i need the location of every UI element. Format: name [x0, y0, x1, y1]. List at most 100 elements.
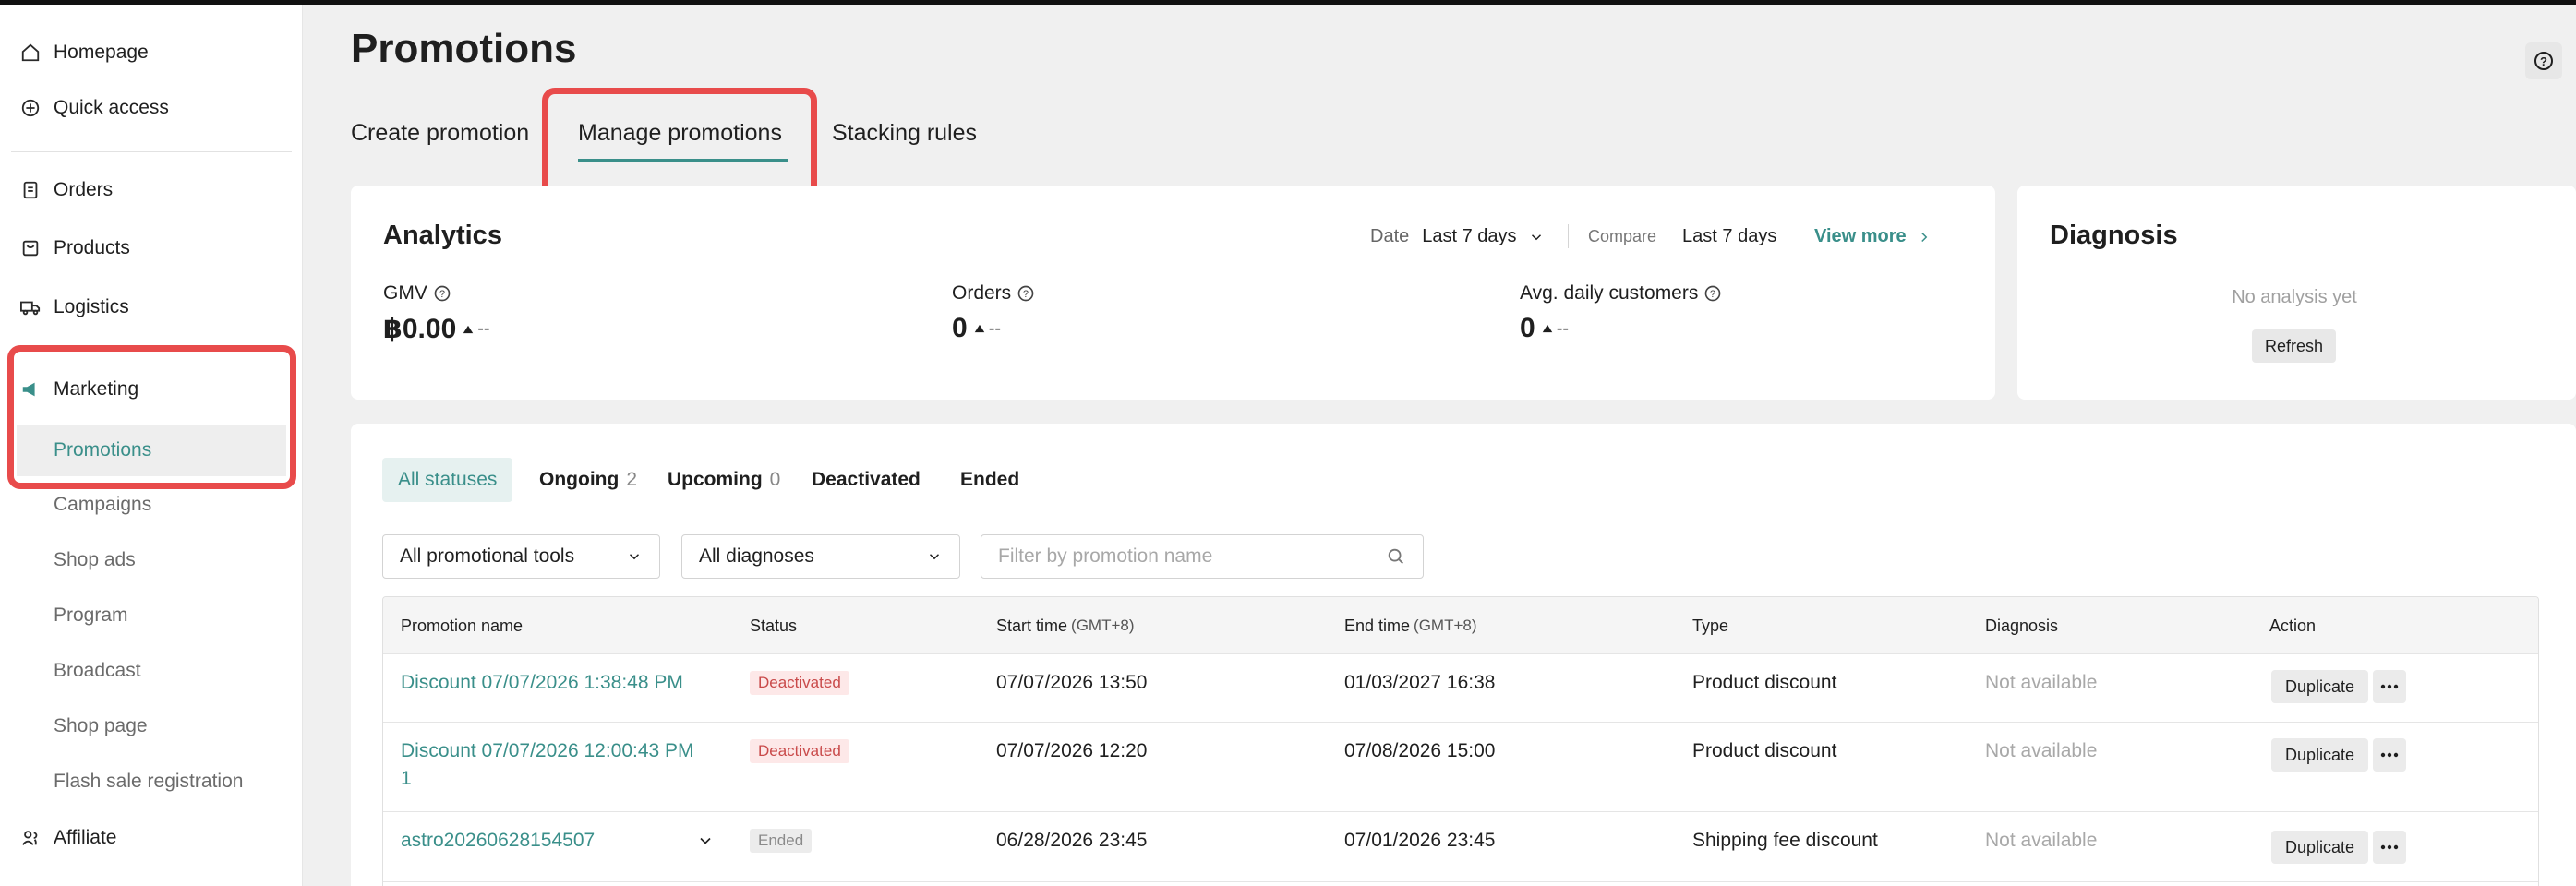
diagnoses-select[interactable]: All diagnoses: [681, 534, 960, 579]
sidebar-subitem-shop-ads[interactable]: Shop ads: [0, 534, 303, 586]
help-button[interactable]: ?: [2525, 42, 2562, 79]
sidebar-item-label: Orders: [54, 179, 114, 200]
header-label: Start time: [996, 616, 1068, 635]
sidebar-item-label: Marketing: [54, 378, 139, 400]
status-tab-deactivated[interactable]: Deactivated: [812, 458, 921, 502]
sidebar-subitem-campaigns[interactable]: Campaigns: [0, 479, 303, 531]
search-input[interactable]: [998, 545, 1367, 568]
metric-gmv-value: ฿0.00 --: [383, 313, 490, 345]
info-icon[interactable]: ?: [433, 284, 451, 303]
tab-stacking-rules[interactable]: Stacking rules: [832, 120, 977, 147]
more-actions-button[interactable]: [2373, 738, 2406, 772]
svg-text:?: ?: [2540, 54, 2547, 68]
sidebar-subitem-program[interactable]: Program: [0, 590, 303, 641]
status-tab-label: Ongoing: [539, 469, 620, 490]
sidebar-item-label: Quick access: [54, 97, 169, 118]
promotions-table: Promotion name Status Start time (GMT+8) …: [382, 596, 2539, 886]
status-badge: Deactivated: [750, 671, 849, 695]
view-more-label: View more: [1814, 226, 1907, 246]
home-icon: [18, 41, 42, 65]
sidebar-subitem-shop-page[interactable]: Shop page: [0, 700, 303, 752]
help-icon: ?: [2534, 52, 2553, 70]
more-actions-button[interactable]: [2373, 831, 2406, 864]
diagnosis-empty-text: No analysis yet: [2232, 287, 2357, 307]
more-actions-button[interactable]: [2373, 670, 2406, 703]
chevron-down-icon: [1531, 233, 1541, 240]
status-tab-upcoming[interactable]: Upcoming 0: [668, 458, 780, 502]
start-time: 07/07/2026 13:50: [996, 672, 1148, 693]
info-icon[interactable]: ?: [1017, 284, 1035, 303]
promotion-name-link[interactable]: astro20260628154507: [401, 827, 595, 855]
metric-label-text: GMV: [383, 282, 427, 304]
metric-customers-value: 0 --: [1520, 313, 1569, 344]
duplicate-button[interactable]: Duplicate: [2271, 670, 2369, 703]
header-end-time: End time (GMT+8): [1344, 597, 1477, 654]
promotion-type: Product discount: [1692, 740, 1837, 761]
svg-text:?: ?: [439, 289, 445, 300]
start-time: 06/28/2026 23:45: [996, 830, 1148, 851]
date-filter[interactable]: Date Last 7 days: [1370, 226, 1545, 247]
metric-delta: --: [462, 318, 490, 340]
products-icon: [18, 236, 42, 260]
metric-orders-label: Orders ?: [952, 282, 1035, 305]
promotion-name-link[interactable]: Discount 07/07/2026 12:00:43 PM: [401, 737, 694, 765]
diagnosis-value: Not available: [1985, 740, 2098, 761]
date-label: Date: [1370, 226, 1410, 246]
sidebar-subitem-promotions[interactable]: Promotions: [17, 425, 286, 476]
promotional-tools-select[interactable]: All promotional tools: [382, 534, 660, 579]
sidebar-divider: [11, 151, 292, 152]
select-value: All diagnoses: [699, 545, 814, 567]
expand-chevron-icon[interactable]: [696, 832, 715, 850]
sidebar-item-label: Homepage: [54, 42, 149, 63]
affiliate-icon: [18, 826, 42, 850]
sidebar-item-orders[interactable]: Orders: [0, 164, 303, 216]
metric-gmv-label: GMV ?: [383, 282, 451, 305]
tab-create-promotion[interactable]: Create promotion: [351, 120, 529, 147]
header-timezone: (GMT+8): [1414, 617, 1477, 634]
start-time: 07/07/2026 12:20: [996, 740, 1148, 761]
metric-value-text: 0: [952, 313, 968, 343]
analytics-card: Analytics Date Last 7 days Compare Last …: [351, 186, 1995, 400]
search-icon[interactable]: [1386, 546, 1406, 567]
header-label: End time: [1344, 616, 1411, 635]
triangle-up-icon: [974, 324, 984, 333]
sidebar-item-label: Affiliate: [54, 827, 117, 848]
refresh-button[interactable]: Refresh: [2252, 329, 2337, 363]
header-timezone: (GMT+8): [1071, 617, 1135, 634]
header-status: Status: [750, 616, 798, 635]
status-tab-label: Deactivated: [812, 469, 921, 490]
sidebar: Homepage Quick access Orders Products Lo…: [0, 5, 303, 886]
end-time: 07/08/2026 15:00: [1344, 740, 1496, 761]
truck-icon: [18, 295, 42, 319]
promotion-name-link-continued[interactable]: 1: [401, 765, 412, 793]
compare-filter[interactable]: Compare Last 7 days: [1588, 226, 1776, 247]
chevron-down-icon: [929, 554, 940, 560]
header-action: Action: [2269, 616, 2317, 635]
tab-manage-promotions[interactable]: Manage promotions: [578, 120, 782, 147]
sidebar-item-affiliate[interactable]: Affiliate: [0, 812, 303, 864]
sidebar-item-quick-access[interactable]: Quick access: [0, 82, 303, 134]
status-tab-count: 0: [769, 469, 781, 490]
select-value: All promotional tools: [400, 545, 575, 567]
status-tab-ended[interactable]: Ended: [960, 458, 1019, 502]
sidebar-subitem-flash-sale-registration[interactable]: Flash sale registration: [0, 756, 303, 808]
duplicate-button[interactable]: Duplicate: [2271, 738, 2369, 772]
table-row: Discount 07/07/2026 12:00:43 PM 1 Deacti…: [383, 723, 2538, 812]
promotion-name-link[interactable]: Discount 07/07/2026 1:38:48 PM: [401, 669, 683, 697]
duplicate-button[interactable]: Duplicate: [2271, 831, 2369, 864]
sidebar-item-homepage[interactable]: Homepage: [0, 27, 303, 78]
sidebar-subitem-broadcast[interactable]: Broadcast: [0, 645, 303, 697]
info-icon[interactable]: ?: [1703, 284, 1722, 303]
diagnosis-title: Diagnosis: [2050, 221, 2178, 250]
more-icon: [2380, 752, 2399, 758]
table-row: astro20260628154507 Ended 06/28/2026 23:…: [383, 812, 2538, 882]
status-tab-ongoing[interactable]: Ongoing 2: [539, 458, 637, 502]
sidebar-item-marketing[interactable]: Marketing: [0, 364, 303, 415]
sidebar-item-logistics[interactable]: Logistics: [0, 281, 303, 333]
status-tab-label: All statuses: [398, 469, 498, 490]
sidebar-item-products[interactable]: Products: [0, 222, 303, 274]
status-tab-label: Ended: [960, 469, 1020, 490]
view-more-link[interactable]: View more: [1814, 226, 1932, 247]
status-tab-all[interactable]: All statuses: [382, 458, 513, 502]
sidebar-item-label: Logistics: [54, 296, 129, 317]
